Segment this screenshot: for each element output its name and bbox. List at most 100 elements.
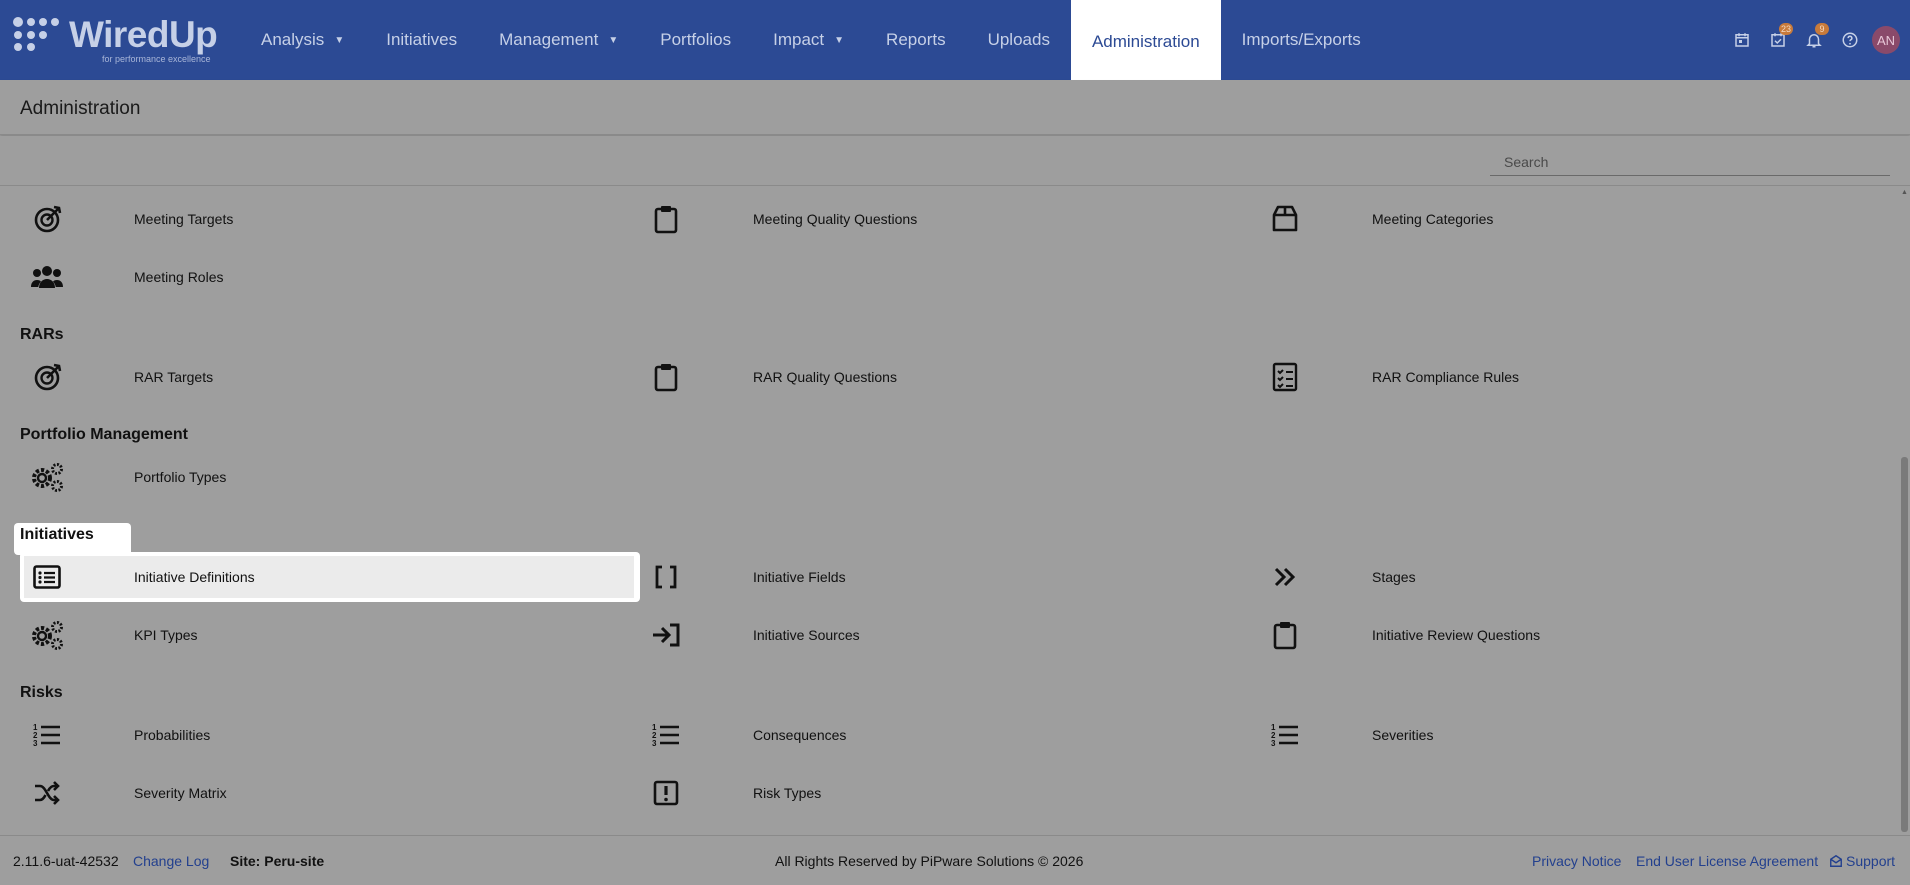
help-button[interactable] [1832,22,1868,58]
nav-management-label: Management [499,30,599,49]
item-label: KPI Types [134,627,198,643]
gears-icon [30,618,64,652]
clipboard-icon [649,360,683,394]
copyright-text: All Rights Reserved by PiPware Solutions… [775,853,1084,869]
item-meeting-categories[interactable]: Meeting Categories [1258,198,1873,240]
nav-administration[interactable]: Administration [1070,0,1221,84]
target-arrow-icon [30,360,64,394]
gears-icon [30,460,64,494]
nav-initiatives[interactable]: Initiatives [365,0,478,80]
section-title-rars: RARs [20,326,64,343]
tasks-badge: 23 [1779,23,1794,35]
item-meeting-roles[interactable]: Meeting Roles [20,256,635,298]
nav-imports-exports[interactable]: Imports/Exports [1221,0,1382,80]
item-label: Portfolio Types [134,469,227,485]
shuffle-icon [30,776,64,810]
support-label: Support [1846,853,1896,869]
item-rar-compliance-rules[interactable]: RAR Compliance Rules [1258,356,1873,398]
item-label: Initiative Fields [753,569,846,585]
item-label: RAR Quality Questions [753,369,897,385]
privacy-notice-link[interactable]: Privacy Notice [1532,853,1621,869]
svg-text:3: 3 [652,739,657,748]
nav-uploads-label: Uploads [987,30,1050,49]
brackets-icon [649,560,683,594]
numbered-list-icon: 123 [30,718,64,752]
logo-name: WiredUp [69,14,218,55]
item-meeting-targets[interactable]: Meeting Targets [20,198,635,240]
caret-down-icon: ▼ [334,34,345,46]
item-meeting-quality-questions[interactable]: Meeting Quality Questions [639,198,1254,240]
nav-impact[interactable]: Impact ▼ [752,0,865,80]
top-navbar: WiredUp for performance excellence Analy… [0,0,1910,84]
notifications-button[interactable]: 9 [1796,22,1832,58]
checklist-icon [1268,360,1302,394]
nav-portfolios-label: Portfolios [660,30,732,49]
item-label: Initiative Review Questions [1372,627,1541,643]
tasks-button[interactable]: 23 [1760,22,1796,58]
item-severity-matrix[interactable]: Severity Matrix [20,772,635,814]
svg-text:3: 3 [1271,739,1276,748]
page-header: Administration [0,80,1910,135]
change-log-link[interactable]: Change Log [133,853,209,869]
nav-impact-label: Impact [773,30,825,49]
scroll-up-arrow-icon[interactable]: ▲ [1901,189,1908,196]
item-kpi-types[interactable]: KPI Types [20,614,635,656]
nav-portfolios[interactable]: Portfolios [639,0,752,80]
admin-content: Meeting Targets Meeting Quality Question… [0,187,1900,835]
clipboard-icon [649,202,683,236]
numbered-list-icon: 123 [649,718,683,752]
support-link[interactable]: Support [1829,853,1895,869]
item-risk-types[interactable]: Risk Types [639,772,1254,814]
item-rar-quality-questions[interactable]: RAR Quality Questions [639,356,1254,398]
item-portfolio-types[interactable]: Portfolio Types [20,456,635,498]
footer: 2.11.6-uat-42532 Change Log Site: Peru-s… [0,835,1910,885]
clipboard-icon [1268,618,1302,652]
item-label: Meeting Categories [1372,211,1494,227]
site-name: Site: Peru-site [230,853,325,869]
item-label: Stages [1372,569,1416,585]
logo-tagline: for performance excellence [102,54,211,64]
item-initiative-fields[interactable]: Initiative Fields [639,556,1254,598]
nav-analysis[interactable]: Analysis ▼ [240,0,365,80]
main-nav: Analysis ▼ Initiatives Management ▼ Portfo… [240,0,1382,84]
item-label: Probabilities [134,727,211,743]
item-initiative-sources[interactable]: Initiative Sources [639,614,1254,656]
app-version: 2.11.6-uat-42532 [13,853,119,869]
target-arrow-icon [30,202,64,236]
wiredup-logo[interactable]: WiredUp for performance excellence [12,14,218,66]
nav-reports[interactable]: Reports [865,0,967,80]
item-label: Meeting Targets [134,211,234,227]
item-label: Risk Types [753,785,822,801]
calendar-button[interactable] [1724,22,1760,58]
scrollbar-thumb[interactable] [1901,457,1908,832]
item-initiative-definitions[interactable]: Initiative Definitions [24,556,634,598]
nav-imports-exports-label: Imports/Exports [1241,30,1361,49]
sign-in-icon [649,618,683,652]
logo-dots-icon [13,17,59,51]
eula-link[interactable]: End User License Agreement [1636,853,1818,869]
user-avatar[interactable]: AN [1872,26,1900,54]
item-initiative-review-questions[interactable]: Initiative Review Questions [1258,614,1873,656]
item-label: RAR Compliance Rules [1372,369,1520,385]
nav-management[interactable]: Management ▼ [478,0,639,80]
item-rar-targets[interactable]: RAR Targets [20,356,635,398]
item-probabilities[interactable]: 123 Probabilities [20,714,635,756]
item-label: Initiative Sources [753,627,860,643]
nav-administration-label: Administration [1091,32,1200,51]
support-envelope-icon [1830,854,1842,867]
item-stages[interactable]: Stages [1258,556,1873,598]
users-group-icon [30,260,64,294]
exclamation-square-icon [649,776,683,810]
nav-analysis-label: Analysis [261,30,325,49]
search-input[interactable] [1490,148,1890,176]
item-consequences[interactable]: 123 Consequences [639,714,1254,756]
item-label: RAR Targets [134,369,214,385]
list-alt-icon [30,560,64,594]
item-label: Severities [1372,727,1434,743]
nav-right-tools: 23 9 AN [1724,0,1910,80]
item-severities[interactable]: 123 Severities [1258,714,1873,756]
nav-initiatives-label: Initiatives [386,30,458,49]
nav-uploads[interactable]: Uploads [967,0,1071,80]
item-label: Meeting Roles [134,269,224,285]
help-circle-icon [1842,32,1858,48]
